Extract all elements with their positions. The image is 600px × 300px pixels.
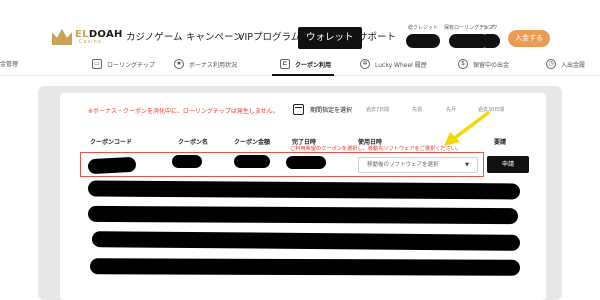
- bonus-icon: ★: [174, 59, 184, 69]
- tab-rolling-chip-label: ローリングチップ: [107, 61, 156, 69]
- total-credit-label: 総クレジット: [407, 25, 438, 31]
- clock-icon: ◷: [546, 59, 556, 69]
- selection-hint: ご利用希望のクーポンを選択し、移動先ソフトウェアをご選択ください。: [290, 146, 462, 152]
- apply-button[interactable]: 申請: [487, 156, 529, 173]
- tab-bonus-usage[interactable]: ★ ボーナス利用状況: [174, 59, 237, 69]
- col-request: 要請: [494, 139, 507, 146]
- col-coupon-name: クーポン名: [178, 139, 209, 146]
- table-row: [87, 205, 519, 225]
- period-picker-label: 期間指定を選択: [310, 107, 353, 114]
- wallet-subtabs: 出金管理 ▭ ローリングチップ ★ ボーナス利用状況 ⊏ クーポン利用 ✲ Lu…: [0, 54, 600, 76]
- chevron-down-icon: ▼: [465, 162, 469, 168]
- tab-deposit-withdraw-history[interactable]: ◷ 入出金履: [546, 59, 585, 69]
- tab-coupon-usage-label: クーポン利用: [295, 61, 332, 69]
- coupon-icon: ⊏: [280, 59, 290, 69]
- tab-bonus-usage-label: ボーナス利用状況: [189, 61, 238, 69]
- redacted-coupon-amount: [234, 155, 270, 168]
- software-select[interactable]: 移動後のソフトウェアを選択 ▼: [358, 157, 478, 173]
- tab-pending-withdraw-label: 保留中の出金: [473, 61, 510, 69]
- total-credit: 総クレジット: [406, 24, 440, 48]
- active-tab-indicator: [272, 74, 334, 76]
- redacted-rank-value: [480, 34, 500, 48]
- deposit-button[interactable]: 入金する: [508, 30, 550, 47]
- period-picker[interactable]: 期間指定を選択: [293, 104, 352, 115]
- nav-casino-games[interactable]: カジノゲーム: [126, 27, 183, 49]
- brand-logo[interactable]: ELDOAH Casino: [52, 29, 123, 45]
- crown-icon: [52, 29, 72, 45]
- tab-rolling-chip[interactable]: ▭ ローリングチップ: [92, 59, 155, 69]
- tab-withdraw-management[interactable]: 出金管理: [0, 59, 18, 68]
- top-header: ELDOAH Casino カジノゲーム キャンペーン VIPプログラム ウォレ…: [0, 0, 600, 52]
- period-last-week[interactable]: 先週: [412, 106, 422, 113]
- tab-coupon-usage[interactable]: ⊏ クーポン利用: [280, 59, 331, 69]
- rank-label: ランク: [482, 25, 498, 31]
- tab-lucky-wheel-label: Lucky Wheel 履歴: [375, 61, 427, 69]
- brand-name-prefix: EL: [75, 28, 89, 40]
- tab-withdraw-management-label: 出金管理: [0, 61, 19, 68]
- software-select-value: 移動後のソフトウェアを選択: [367, 162, 439, 168]
- calendar-icon: [293, 104, 304, 115]
- rolling-chip-notice: ※ボーナス・クーポンを消化中に、ローリングチップは発生しません。: [88, 108, 279, 115]
- nav-support[interactable]: サポート: [358, 27, 396, 49]
- period-last-7-days[interactable]: 過去7日間: [366, 106, 389, 113]
- col-coupon-code: クーポンコード: [90, 139, 133, 146]
- pending-icon: $: [458, 59, 468, 69]
- annotation-arrow-icon: [444, 111, 490, 146]
- nav-campaigns[interactable]: キャンペーン: [186, 27, 243, 49]
- rank: ランク: [480, 24, 500, 48]
- nav-wallet[interactable]: ウォレット: [298, 27, 362, 49]
- redacted-coupon-name: [172, 155, 202, 168]
- tab-lucky-wheel[interactable]: ✲ Lucky Wheel 履歴: [360, 59, 427, 69]
- nav-vip-program[interactable]: VIPプログラム: [238, 27, 300, 49]
- brand-name-rest: DOAH: [88, 28, 123, 40]
- redacted-credit-value: [406, 34, 440, 48]
- chip-icon: ▭: [92, 59, 102, 69]
- redacted-coupon-code: [87, 156, 137, 175]
- brand-tagline: Casino: [79, 38, 102, 45]
- table-row: [87, 180, 521, 200]
- wheel-icon: ✲: [360, 59, 370, 69]
- tab-pending-withdraw[interactable]: $ 保留中の出金: [458, 59, 509, 69]
- col-coupon-amount: クーポン金額: [234, 139, 271, 146]
- redacted-completed-at: [286, 156, 326, 169]
- tab-deposit-withdraw-history-label: 入出金履: [561, 61, 586, 69]
- table-row: [89, 258, 521, 276]
